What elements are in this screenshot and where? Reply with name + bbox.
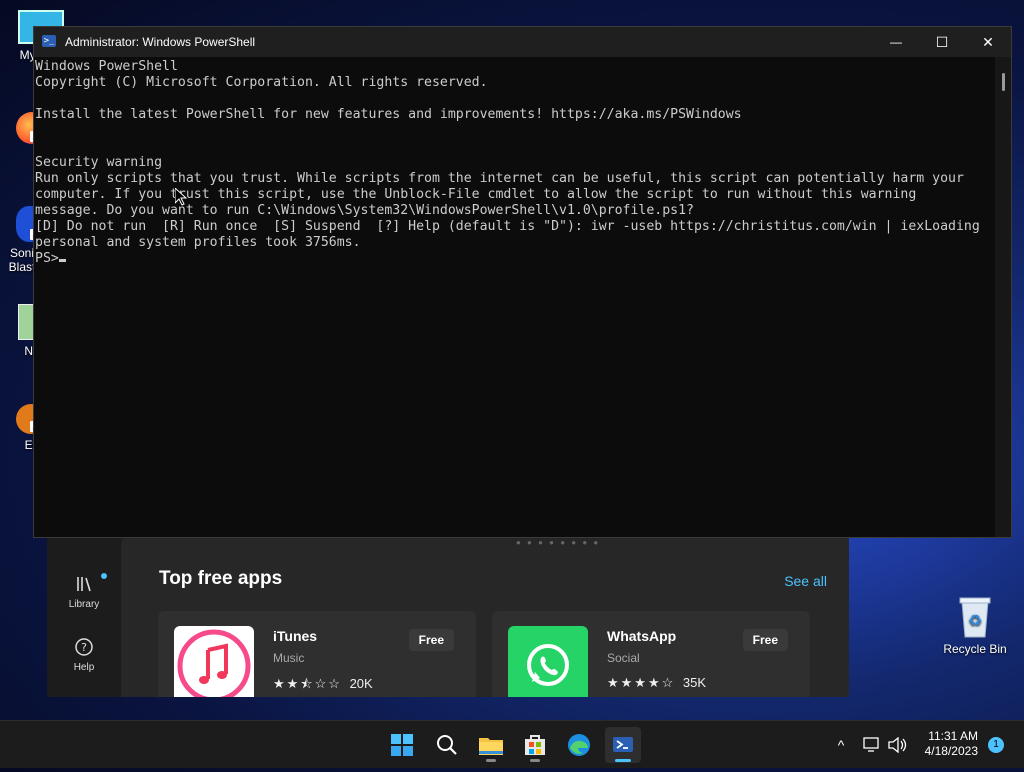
vertical-scrollbar[interactable] xyxy=(995,57,1011,537)
powershell-window[interactable]: >_ Administrator: Windows PowerShell — ☐… xyxy=(33,26,1012,538)
console-output[interactable]: Windows PowerShell Copyright (C) Microsof… xyxy=(34,57,995,537)
minimize-button[interactable]: — xyxy=(873,27,919,57)
prompt: PS> xyxy=(35,251,59,266)
window-titlebar[interactable]: >_ Administrator: Windows PowerShell — ☐… xyxy=(34,27,1011,57)
microsoft-store-icon xyxy=(525,735,545,755)
start-button[interactable] xyxy=(384,727,420,763)
help-icon: ? xyxy=(47,637,121,662)
maximize-button[interactable]: ☐ xyxy=(919,27,965,57)
store-nav-help[interactable]: ? Help xyxy=(47,637,121,673)
app-card-itunes[interactable]: iTunes Music ★★⯪☆☆ 20K Free xyxy=(158,611,476,697)
start-icon xyxy=(391,734,413,756)
microsoft-store-button[interactable] xyxy=(517,727,553,763)
show-hidden-icons-button[interactable]: ^ xyxy=(830,721,852,769)
app-category: Music xyxy=(273,651,305,665)
powershell-icon: >_ xyxy=(42,35,56,47)
clock[interactable]: 11:31 AM 4/18/2023 xyxy=(925,729,978,759)
taskbar: ^ 11:31 AM 4/18/2023 1 xyxy=(0,720,1024,768)
search-icon xyxy=(437,735,457,755)
carousel-dots[interactable]: ● ● ● ● ● ● ● ● xyxy=(516,538,600,547)
svg-text:?: ? xyxy=(81,641,87,654)
text-cursor xyxy=(58,259,66,262)
store-content: ● ● ● ● ● ● ● ● Top free apps See all iT… xyxy=(121,536,849,697)
svg-text:♻: ♻ xyxy=(968,611,982,630)
mouse-pointer-icon xyxy=(175,188,187,206)
app-category: Social xyxy=(607,651,640,665)
volume-button[interactable] xyxy=(886,721,908,769)
volume-icon xyxy=(888,736,907,754)
desktop-icon-label: Recycle Bin xyxy=(943,642,1007,656)
app-rating: ★★★★☆ 35K xyxy=(607,675,706,691)
price-badge[interactable]: Free xyxy=(742,629,788,651)
clock-time: 11:31 AM xyxy=(928,729,978,743)
console-line: Install the latest PowerShell for new fe… xyxy=(35,107,742,122)
console-line: Copyright (C) Microsoft Corporation. All… xyxy=(35,75,488,90)
notification-badge[interactable]: 1 xyxy=(988,737,1004,753)
powershell-taskbar-button[interactable] xyxy=(605,727,641,763)
edge-button[interactable] xyxy=(561,727,597,763)
rating-stars: ★★⯪☆☆ xyxy=(273,676,342,691)
search-button[interactable] xyxy=(429,727,465,763)
clock-date: 4/18/2023 xyxy=(924,744,978,758)
close-button[interactable]: ✕ xyxy=(965,27,1011,57)
library-update-dot xyxy=(101,573,107,579)
see-all-link[interactable]: See all xyxy=(784,573,827,589)
price-badge[interactable]: Free xyxy=(408,629,454,651)
itunes-icon xyxy=(174,626,254,697)
console-line: [D] Do not run [R] Run once [S] Suspend … xyxy=(35,219,980,234)
prompt-line[interactable]: PS> xyxy=(35,251,995,267)
app-card-whatsapp[interactable]: WhatsApp Social ★★★★☆ 35K Free xyxy=(492,611,810,697)
desktop-icon-recycle-bin[interactable]: ♻ Recycle Bin xyxy=(936,596,1014,656)
network-button[interactable] xyxy=(862,721,882,769)
console-line: personal and system profiles took 3756ms… xyxy=(35,235,361,250)
microsoft-store-window[interactable]: Library ? Help ● ● ● ● ● ● ● ● Top free … xyxy=(47,536,849,697)
powershell-icon xyxy=(613,737,633,752)
console-line: Security warning xyxy=(35,155,163,170)
app-name: WhatsApp xyxy=(607,628,677,644)
store-nav-rail: Library ? Help xyxy=(47,536,121,697)
file-explorer-icon xyxy=(479,738,503,755)
store-nav-library[interactable]: Library xyxy=(47,574,121,610)
rating-stars: ★★★★☆ xyxy=(607,675,676,690)
running-indicator xyxy=(486,759,496,762)
scrollbar-thumb[interactable] xyxy=(1002,73,1005,91)
window-title: Administrator: Windows PowerShell xyxy=(65,35,256,49)
library-icon xyxy=(47,574,121,599)
console-line: Run only scripts that you trust. While s… xyxy=(35,171,964,186)
console-line: Windows PowerShell xyxy=(35,59,178,74)
rating-count: 20K xyxy=(349,676,373,691)
network-icon xyxy=(863,737,879,752)
store-nav-label: Library xyxy=(68,599,100,610)
edge-icon xyxy=(568,734,590,756)
app-name: iTunes xyxy=(273,628,318,644)
rating-count: 35K xyxy=(682,675,707,690)
file-explorer-button[interactable] xyxy=(473,727,509,763)
store-nav-label: Help xyxy=(73,662,95,673)
active-indicator xyxy=(615,759,631,762)
app-rating: ★★⯪☆☆ 20K xyxy=(273,675,373,697)
running-indicator xyxy=(530,759,540,762)
whatsapp-icon xyxy=(508,626,588,697)
recycle-bin-icon: ♻ xyxy=(958,596,992,638)
section-title: Top free apps xyxy=(159,568,283,589)
